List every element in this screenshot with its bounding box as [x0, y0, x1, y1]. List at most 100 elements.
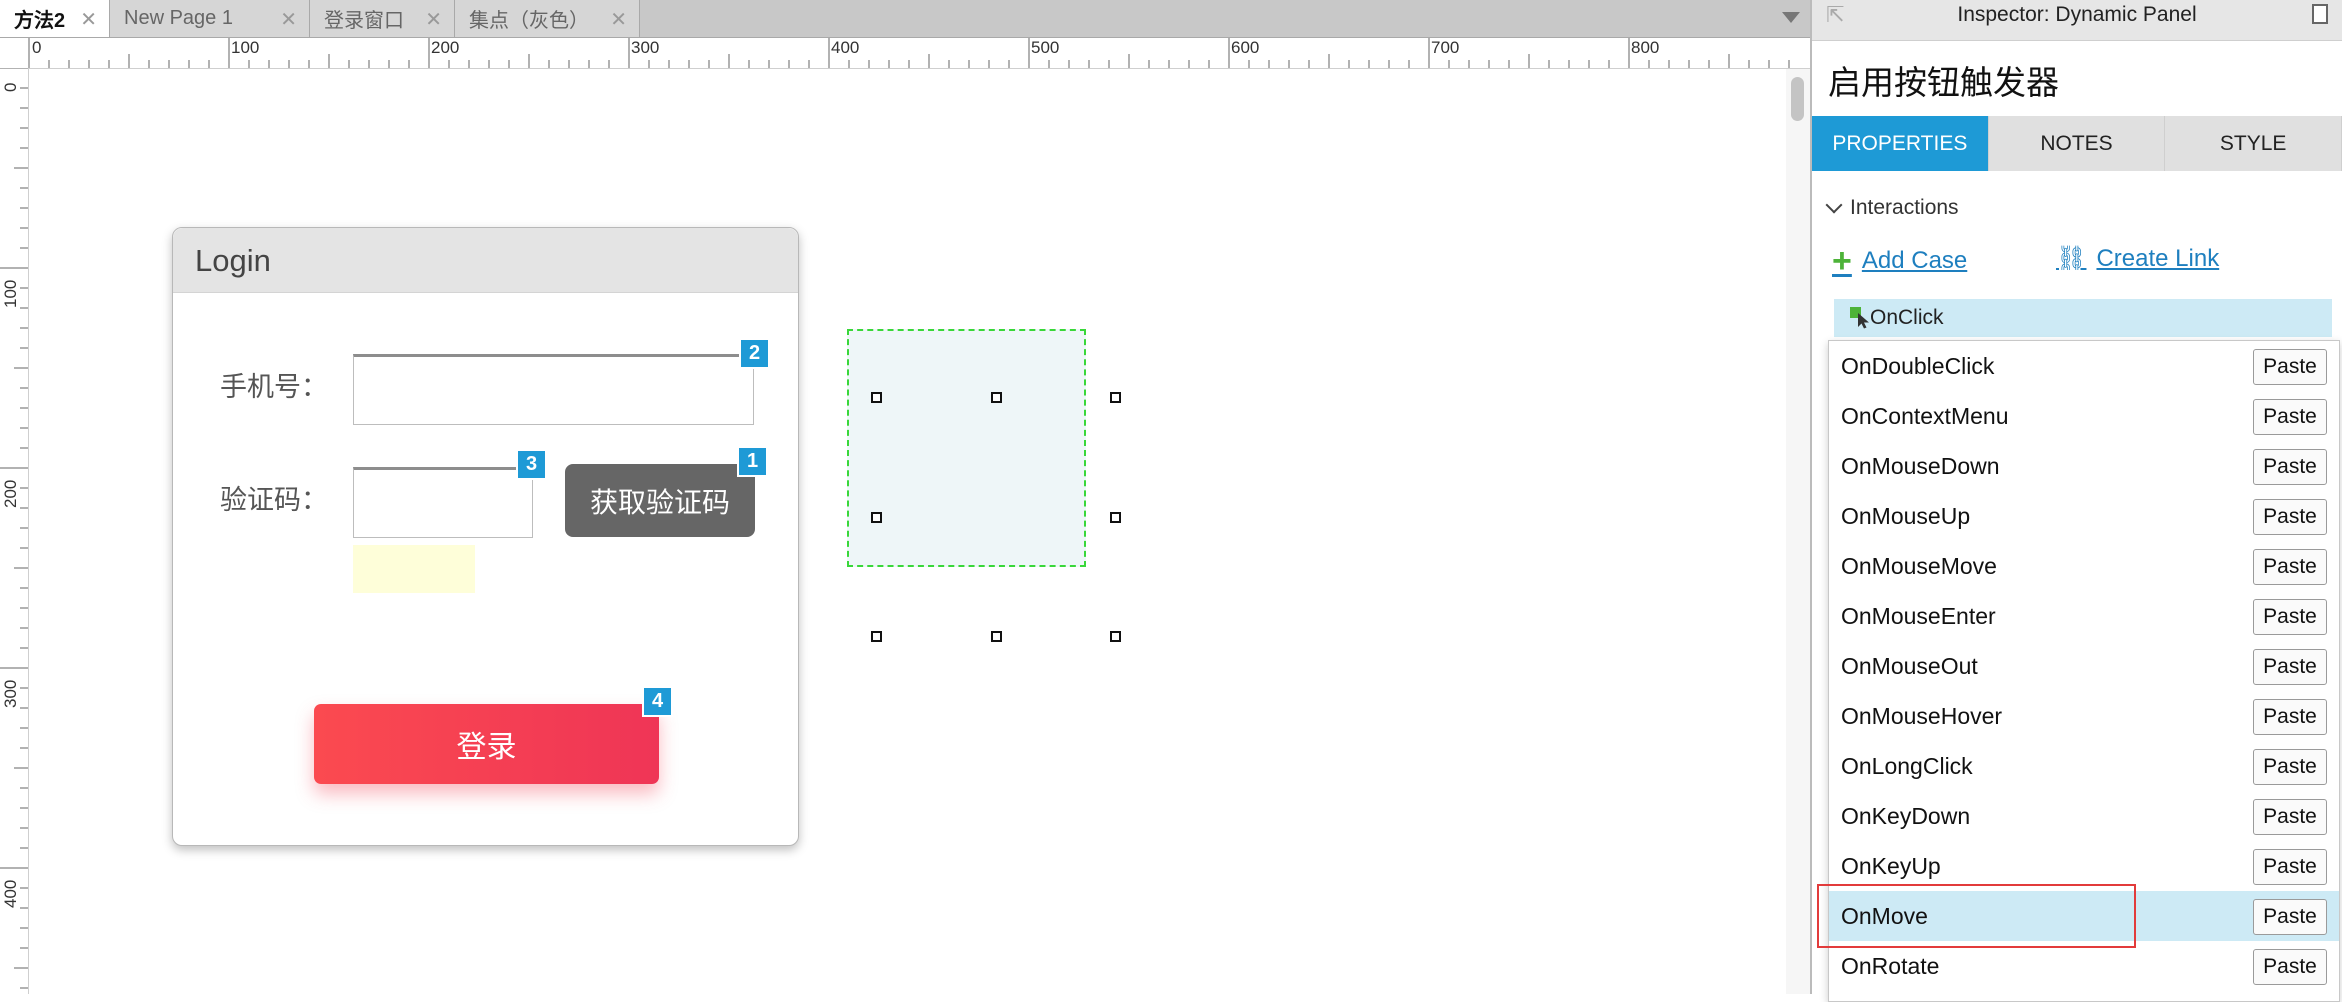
ruler-label: 400	[1, 879, 20, 908]
create-link-link[interactable]: ⛓ Create Link	[2056, 244, 2219, 273]
menu-item-label: OnDoubleClick	[1841, 352, 1995, 379]
event-label: OnClick	[1870, 306, 1944, 329]
paste-button[interactable]: Paste	[2253, 649, 2327, 685]
menu-item-onmouseenter[interactable]: OnMouseEnter Paste	[1829, 591, 2339, 641]
tab-properties[interactable]: PROPERTIES	[1812, 116, 1989, 171]
add-case-link[interactable]: + Add Case	[1832, 244, 1967, 278]
document-icon[interactable]	[2312, 4, 2328, 24]
annotation-badge-1[interactable]: 1	[737, 446, 768, 477]
menu-item-label: OnMouseEnter	[1841, 602, 1996, 629]
ruler-label: 300	[631, 38, 660, 57]
paste-button[interactable]: Paste	[2253, 949, 2327, 985]
ruler-label: 0	[32, 38, 42, 57]
event-dropdown-menu: OnDoubleClick Paste OnContextMenu Paste …	[1828, 340, 2340, 1002]
menu-item-onmouseout[interactable]: OnMouseOut Paste	[1829, 641, 2339, 691]
resize-handle-bottom-left[interactable]	[871, 631, 882, 642]
menu-item-label: OnMouseMove	[1841, 552, 1997, 579]
click-event-icon	[1850, 307, 1869, 329]
close-icon[interactable]: ✕	[280, 7, 297, 32]
tab-new-page-1[interactable]: New Page 1 ✕	[110, 0, 310, 37]
login-card-widget[interactable]: Login 手机号： 2 验证码： 3 获取验证码 1 登录 4	[172, 227, 799, 846]
menu-item-onmousedown[interactable]: OnMouseDown Paste	[1829, 441, 2339, 491]
resize-handle-bottom-right[interactable]	[1110, 631, 1121, 642]
ruler-ticks	[28, 38, 1790, 68]
phone-input[interactable]	[353, 354, 754, 425]
paste-button[interactable]: Paste	[2253, 599, 2327, 635]
close-icon[interactable]: ✕	[80, 7, 97, 32]
paste-button[interactable]: Paste	[2253, 899, 2327, 935]
paste-button[interactable]: Paste	[2253, 349, 2327, 385]
inspector-tabs: PROPERTIES NOTES STYLE	[1812, 116, 2342, 171]
menu-item-onlongclick[interactable]: OnLongClick Paste	[1829, 741, 2339, 791]
menu-item-label: OnMouseUp	[1841, 502, 1971, 529]
get-code-button[interactable]: 获取验证码	[565, 464, 755, 537]
code-input[interactable]	[353, 467, 533, 538]
ruler-label: 800	[1631, 38, 1660, 57]
tab-label: 登录窗口	[324, 10, 404, 32]
menu-item-label: OnMove	[1841, 902, 1928, 929]
canvas-vertical-scrollbar[interactable]	[1786, 69, 1810, 994]
menu-item-onmove[interactable]: OnMove Paste	[1829, 891, 2339, 941]
annotation-badge-2[interactable]: 2	[739, 338, 770, 369]
menu-item-label: OnMouseDown	[1841, 452, 2000, 479]
link-icon: ⛓	[2056, 245, 2087, 272]
menu-item-label: OnContextMenu	[1841, 402, 2009, 429]
tab-label: New Page 1	[124, 7, 233, 29]
interactions-section-header[interactable]: Interactions	[1825, 196, 1959, 220]
close-icon[interactable]: ✕	[425, 7, 442, 32]
ruler-ticks	[0, 68, 28, 989]
resize-handle-left[interactable]	[871, 512, 882, 523]
login-submit-button[interactable]: 登录	[314, 704, 659, 784]
close-icon[interactable]: ✕	[610, 7, 627, 32]
section-title: Interactions	[1850, 196, 1959, 219]
menu-item-ondoubleclick[interactable]: OnDoubleClick Paste	[1829, 341, 2339, 391]
menu-item-label: OnMouseOut	[1841, 652, 1978, 679]
document-tab-bar: 方法2 ✕ New Page 1 ✕ 登录窗口 ✕ 集点（灰色） ✕	[0, 0, 1810, 38]
annotation-badge-4[interactable]: 4	[642, 686, 673, 717]
resize-handle-top-left[interactable]	[871, 392, 882, 403]
menu-item-label: OnLongClick	[1841, 752, 1973, 779]
tab-notes[interactable]: NOTES	[1988, 116, 2166, 171]
scrollbar-thumb[interactable]	[1791, 77, 1804, 121]
paste-button[interactable]: Paste	[2253, 499, 2327, 535]
dynamic-panel-selected[interactable]	[847, 329, 1086, 567]
menu-item-onmouseup[interactable]: OnMouseUp Paste	[1829, 491, 2339, 541]
paste-button[interactable]: Paste	[2253, 749, 2327, 785]
menu-item-onmousehover[interactable]: OnMouseHover Paste	[1829, 691, 2339, 741]
tab-fangfa2[interactable]: 方法2 ✕	[0, 0, 110, 37]
login-card-title: Login	[173, 228, 798, 293]
widget-name[interactable]: 启用按钮触发器	[1828, 56, 2059, 104]
resize-handle-bottom[interactable]	[991, 631, 1002, 642]
menu-item-onkeyup[interactable]: OnKeyUp Paste	[1829, 841, 2339, 891]
menu-item-onrotate[interactable]: OnRotate Paste	[1829, 941, 2339, 991]
ruler-label: 0	[1, 82, 20, 92]
tab-login-window[interactable]: 登录窗口 ✕	[310, 0, 455, 37]
inspector-title: Inspector: Dynamic Panel	[1957, 3, 2197, 26]
paste-button[interactable]: Paste	[2253, 799, 2327, 835]
paste-button[interactable]: Paste	[2253, 549, 2327, 585]
menu-item-label: OnRotate	[1841, 952, 1940, 979]
menu-item-label: OnMouseHover	[1841, 702, 2003, 729]
resize-handle-top[interactable]	[991, 392, 1002, 403]
horizontal-ruler: 0 100 200 300 400 500 600 700 800	[0, 38, 1810, 69]
annotation-badge-3[interactable]: 3	[516, 449, 547, 480]
menu-item-onkeydown[interactable]: OnKeyDown Paste	[1829, 791, 2339, 841]
paste-button[interactable]: Paste	[2253, 699, 2327, 735]
menu-item-onmousemove[interactable]: OnMouseMove Paste	[1829, 541, 2339, 591]
paste-button[interactable]: Paste	[2253, 399, 2327, 435]
ruler-label: 500	[1031, 38, 1060, 57]
menu-item-oncontextmenu[interactable]: OnContextMenu Paste	[1829, 391, 2339, 441]
event-onclick[interactable]: OnClick	[1834, 299, 2332, 337]
code-hint-area	[353, 545, 475, 593]
paste-button[interactable]: Paste	[2253, 849, 2327, 885]
phone-label: 手机号：	[220, 372, 328, 402]
paste-button[interactable]: Paste	[2253, 449, 2327, 485]
tab-collect-gray[interactable]: 集点（灰色） ✕	[455, 0, 640, 37]
create-link-label: Create Link	[2096, 244, 2220, 272]
resize-handle-top-right[interactable]	[1110, 392, 1121, 403]
tab-style[interactable]: STYLE	[2165, 116, 2342, 171]
resize-handle-right[interactable]	[1110, 512, 1121, 523]
ruler-label: 100	[231, 38, 260, 57]
tab-list-dropdown-icon[interactable]	[1782, 12, 1800, 23]
vertical-ruler: 0 100 200 300 400	[0, 68, 29, 994]
